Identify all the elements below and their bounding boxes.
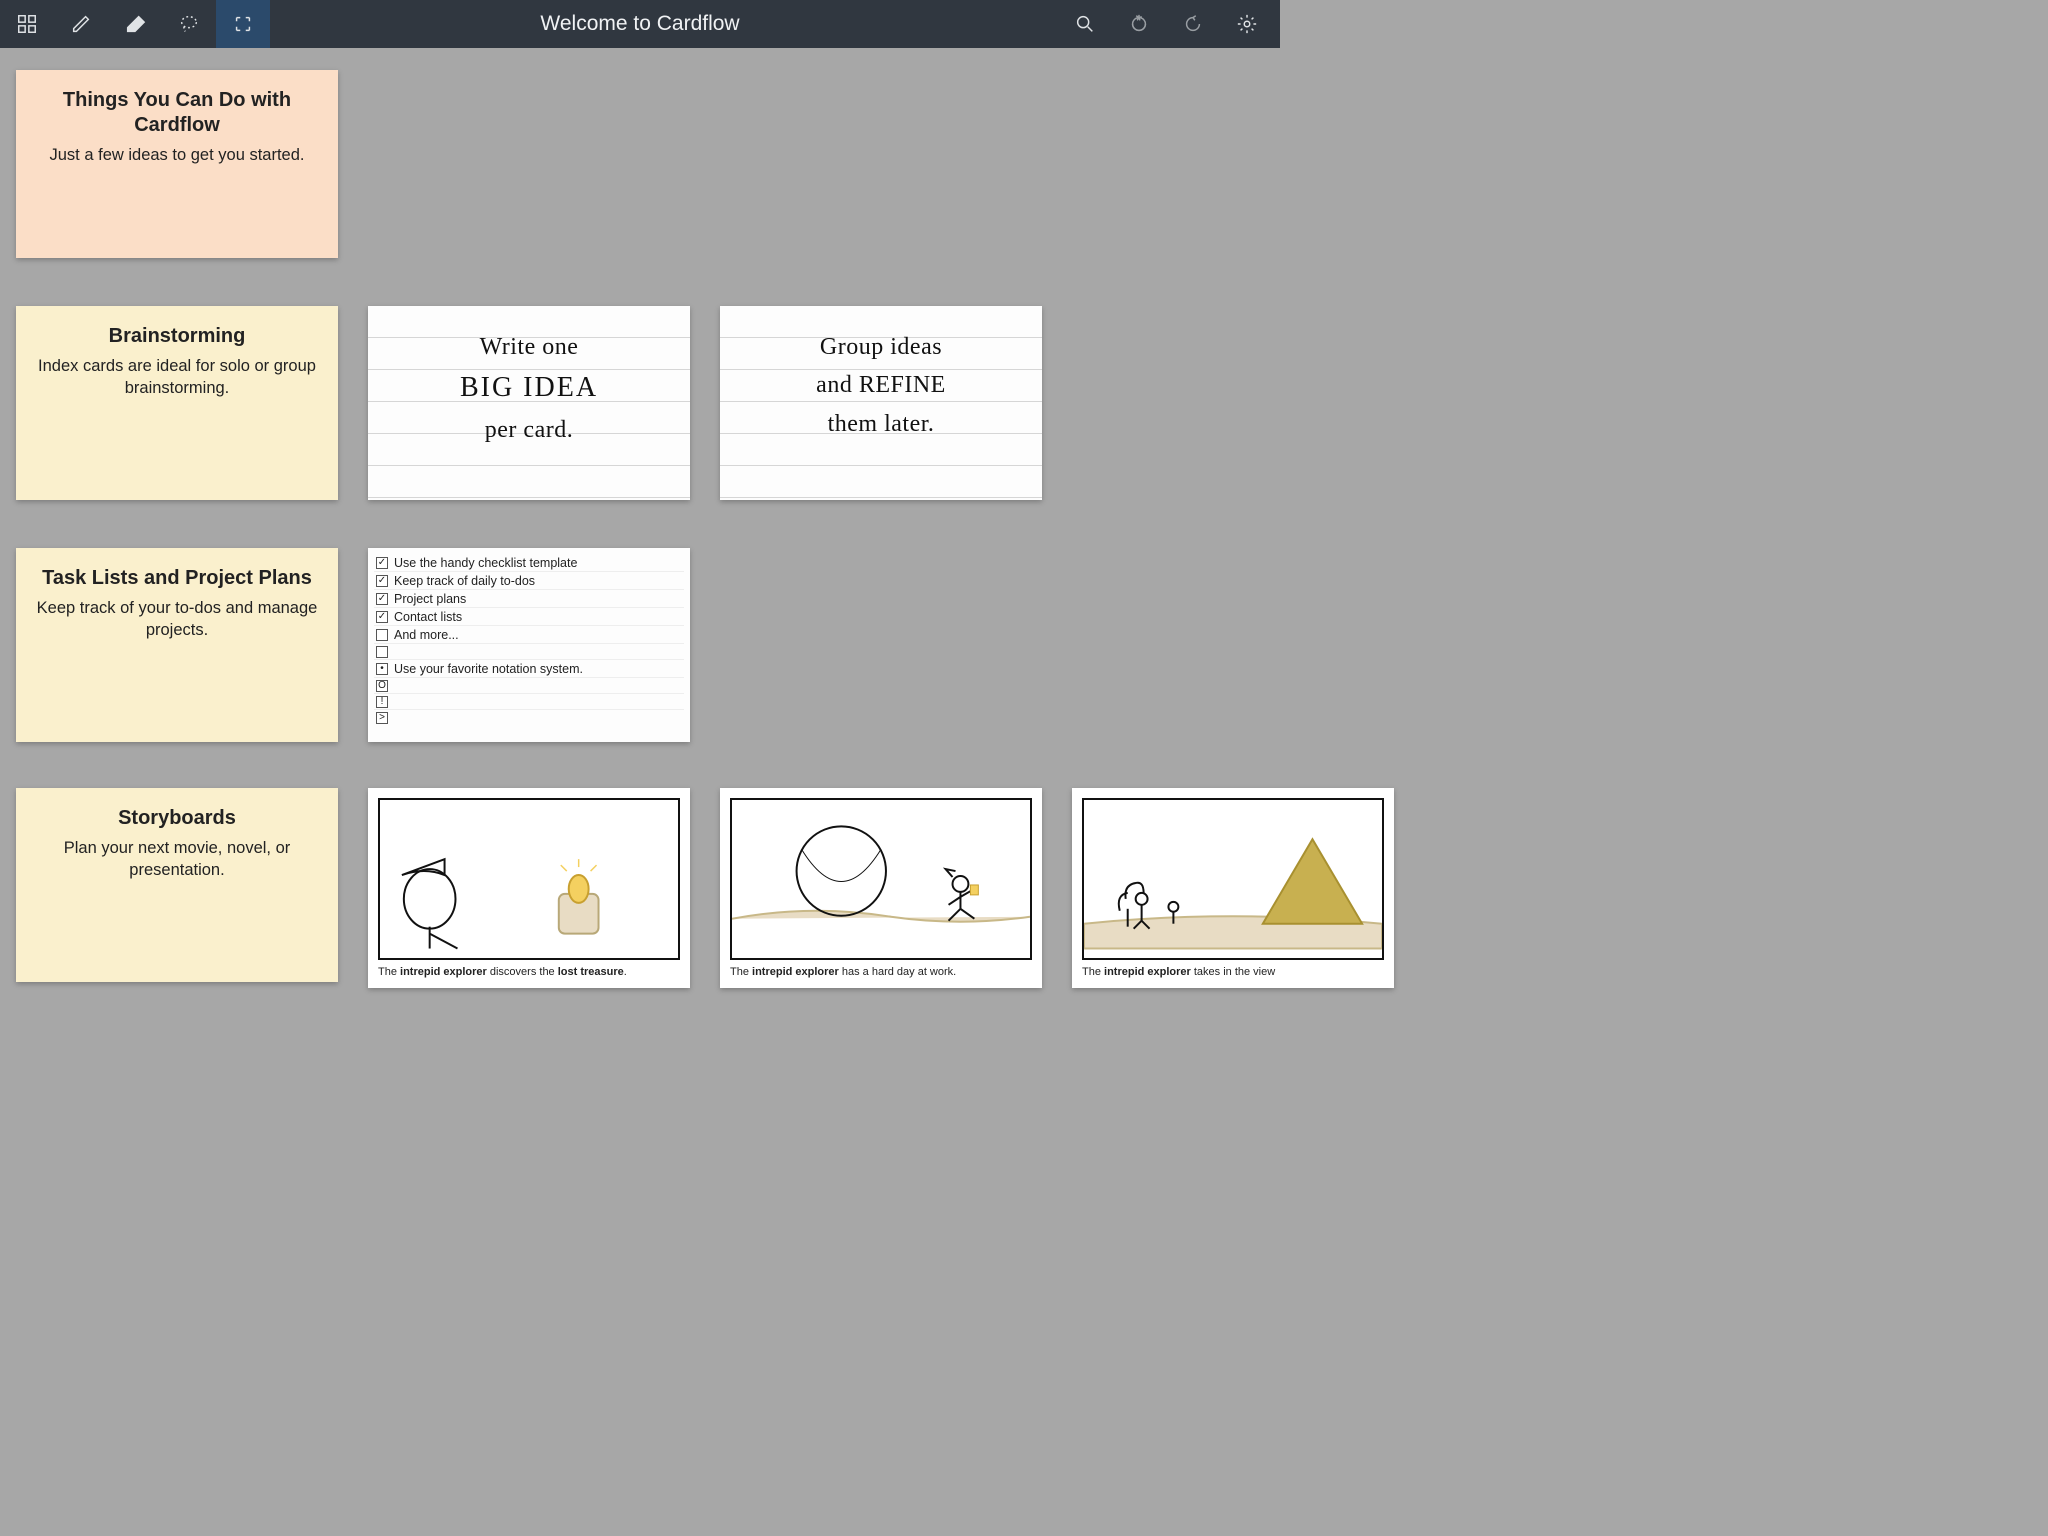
checkbox-icon[interactable]: ✓ <box>376 557 388 569</box>
story-caption: The intrepid explorer has a hard day at … <box>730 966 1032 978</box>
checkbox-icon[interactable]: • <box>376 663 388 675</box>
card-brainstorm[interactable]: Brainstorming Index cards are ideal for … <box>16 306 338 500</box>
checklist-row: And more... <box>374 626 684 644</box>
checkbox-icon[interactable] <box>376 629 388 641</box>
checkbox-icon[interactable]: ! <box>376 696 388 708</box>
card-storyboards[interactable]: Storyboards Plan your next movie, novel,… <box>16 788 338 982</box>
eraser-icon[interactable] <box>108 0 162 48</box>
grid-icon[interactable] <box>0 0 54 48</box>
card-index-note-2[interactable]: Group ideas and REFINE them later. <box>720 306 1042 500</box>
checklist-row: ! <box>374 694 684 710</box>
checklist-row: O <box>374 678 684 694</box>
search-icon[interactable] <box>1058 0 1112 48</box>
card-intro[interactable]: Things You Can Do with Cardflow Just a f… <box>16 70 338 258</box>
card-storyboard-1[interactable]: The intrepid explorer discovers the lost… <box>368 788 690 988</box>
card-subtitle: Just a few ideas to get you started. <box>34 144 320 166</box>
story-caption: The intrepid explorer takes in the view <box>1082 966 1384 978</box>
redo-icon[interactable] <box>1166 0 1220 48</box>
card-index-note-1[interactable]: Write one BIG IDEA per card. <box>368 306 690 500</box>
card-tasks[interactable]: Task Lists and Project Plans Keep track … <box>16 548 338 742</box>
card-title: Storyboards <box>34 806 320 831</box>
checkbox-icon[interactable] <box>376 646 388 658</box>
checklist-text: Use your favorite notation system. <box>394 662 583 676</box>
handwritten-text: Write one BIG IDEA per card. <box>368 306 690 450</box>
checklist-row: ✓ Contact lists <box>374 608 684 626</box>
checklist-row <box>374 644 684 660</box>
lasso-icon[interactable] <box>162 0 216 48</box>
undo-icon[interactable] <box>1112 0 1166 48</box>
checkbox-icon[interactable]: ✓ <box>376 611 388 623</box>
checklist-text: And more... <box>394 628 459 642</box>
toolbar-right <box>1058 0 1274 48</box>
checklist-row: ✓ Use the handy checklist template <box>374 554 684 572</box>
checklist-row: ✓ Project plans <box>374 590 684 608</box>
toolbar-left <box>0 0 270 48</box>
card-subtitle: Index cards are ideal for solo or group … <box>34 355 320 400</box>
checklist-row: ✓ Keep track of daily to-dos <box>374 572 684 590</box>
card-storyboard-2[interactable]: The intrepid explorer has a hard day at … <box>720 788 1042 988</box>
card-storyboard-3[interactable]: The intrepid explorer takes in the view <box>1072 788 1394 988</box>
story-panel <box>378 798 680 960</box>
canvas[interactable]: Things You Can Do with Cardflow Just a f… <box>0 48 1280 960</box>
card-title: Brainstorming <box>34 324 320 349</box>
card-title: Task Lists and Project Plans <box>34 566 320 591</box>
card-checklist[interactable]: ✓ Use the handy checklist template ✓ Keep t… <box>368 548 690 742</box>
checklist-text: Project plans <box>394 592 466 606</box>
card-subtitle: Plan your next movie, novel, or presenta… <box>34 837 320 882</box>
handwritten-text: Group ideas and REFINE them later. <box>720 306 1042 443</box>
story-panel <box>730 798 1032 960</box>
checklist-row: • Use your favorite notation system. <box>374 660 684 678</box>
checkbox-icon[interactable]: O <box>376 680 388 692</box>
checkbox-icon[interactable]: > <box>376 712 388 724</box>
checklist-row: > <box>374 710 684 725</box>
gear-icon[interactable] <box>1220 0 1274 48</box>
story-caption: The intrepid explorer discovers the lost… <box>378 966 680 978</box>
card-subtitle: Keep track of your to-dos and manage pro… <box>34 597 320 642</box>
story-panel <box>1082 798 1384 960</box>
toolbar: Welcome to Cardflow <box>0 0 1280 48</box>
checklist-text: Use the handy checklist template <box>394 556 577 570</box>
checkbox-icon[interactable]: ✓ <box>376 593 388 605</box>
pencil-icon[interactable] <box>54 0 108 48</box>
select-icon[interactable] <box>216 0 270 48</box>
card-title: Things You Can Do with Cardflow <box>34 88 320 138</box>
checklist-text: Keep track of daily to-dos <box>394 574 535 588</box>
checkbox-icon[interactable]: ✓ <box>376 575 388 587</box>
checklist-text: Contact lists <box>394 610 462 624</box>
